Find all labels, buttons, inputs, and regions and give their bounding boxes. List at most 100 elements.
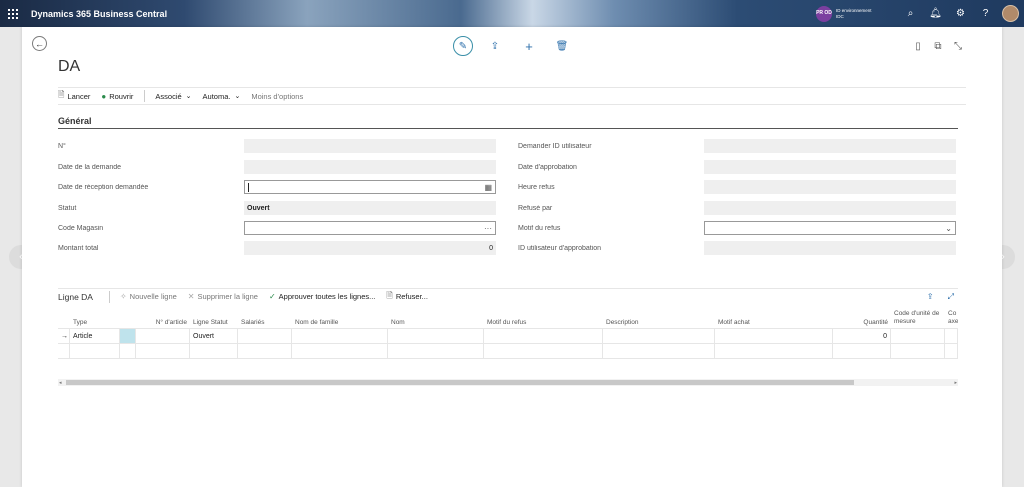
fewer-options-button[interactable]: Moins d'options: [251, 92, 303, 101]
grid-header: Type N° d'article Ligne Statut Salariés …: [58, 307, 958, 329]
search-icon[interactable]: ⌕: [898, 0, 923, 27]
cell-purchase-reason[interactable]: [715, 344, 833, 358]
delete-icon[interactable]: 🗑︎: [555, 36, 569, 56]
new-line-button[interactable]: ✧ Nouvelle ligne: [120, 292, 177, 301]
related-menu[interactable]: Associé ⌄: [155, 92, 191, 101]
col-description[interactable]: Description: [603, 307, 715, 328]
col-unit-of-measure[interactable]: Code d'unité de mesure: [891, 307, 945, 328]
field-request-date-value[interactable]: [244, 160, 496, 174]
field-label: Date d'approbation: [518, 163, 704, 171]
app-launcher-icon[interactable]: [8, 8, 20, 20]
new-icon[interactable]: +: [522, 36, 536, 56]
field-request-date: Date de la demande: [58, 160, 496, 174]
app-name[interactable]: Dynamics 365 Business Central: [31, 9, 167, 19]
cell-name[interactable]: [388, 344, 484, 358]
chevron-down-icon: ⌄: [234, 93, 241, 100]
col-employees[interactable]: Salariés: [238, 307, 292, 328]
avatar[interactable]: [1002, 5, 1019, 22]
cell-spacer[interactable]: [120, 344, 136, 358]
lookup-icon[interactable]: ···: [484, 224, 492, 233]
environment-id: IDC: [836, 13, 844, 19]
release-button[interactable]: 🗎︎ Lancer: [58, 89, 90, 103]
col-name[interactable]: Nom: [388, 307, 484, 328]
cell-dimension[interactable]: [945, 344, 958, 358]
col-quantity[interactable]: Quantité: [833, 307, 891, 328]
col-line-status[interactable]: Ligne Statut: [190, 307, 238, 328]
record-card: ← ✎ ⇪ + 🗑︎ ▯ ⧉ ⤡ DA 🗎︎ Lancer ● Rouvrir As…: [22, 27, 1002, 487]
open-new-window-icon[interactable]: ⧉: [931, 36, 945, 56]
share-icon[interactable]: ⇪: [927, 292, 934, 301]
cell-quantity[interactable]: 0: [833, 329, 891, 343]
field-no: N°: [58, 139, 496, 153]
cell-unit-of-measure[interactable]: [891, 344, 945, 358]
cell-name[interactable]: [388, 329, 484, 343]
cell-description[interactable]: [603, 329, 715, 343]
cell-quantity[interactable]: [833, 344, 891, 358]
calendar-icon[interactable]: ▦: [484, 183, 492, 192]
col-item-no[interactable]: N° d'article: [136, 307, 190, 328]
table-row[interactable]: [58, 344, 958, 359]
col-dimension[interactable]: Co axe: [945, 307, 958, 328]
field-label: N°: [58, 142, 244, 150]
delete-line-button[interactable]: ✕ Supprimer la ligne: [188, 292, 258, 301]
field-approval-date-value[interactable]: [704, 160, 956, 174]
cell-line-status[interactable]: [190, 344, 238, 358]
horizontal-scrollbar[interactable]: ◂ ▸: [58, 379, 958, 386]
approve-all-lines-button[interactable]: ✓ Approuver toutes les lignes...: [269, 292, 375, 301]
scrollbar-thumb[interactable]: [66, 380, 854, 385]
requested-receipt-date-input[interactable]: ▦: [244, 180, 496, 194]
field-location-code: Code Magasin ···: [58, 221, 496, 235]
field-approver-user-id-value[interactable]: [704, 241, 956, 255]
field-label: Code Magasin: [58, 224, 244, 232]
col-purchase-reason[interactable]: Motif achat: [715, 307, 833, 328]
cell-employees[interactable]: [238, 329, 292, 343]
field-refused-by-value[interactable]: [704, 201, 956, 215]
field-requester-user-id-value[interactable]: [704, 139, 956, 153]
cell-employees[interactable]: [238, 344, 292, 358]
cell-selected[interactable]: [120, 329, 136, 343]
cell-description[interactable]: [603, 344, 715, 358]
back-icon[interactable]: ←: [32, 36, 47, 51]
cell-dimension[interactable]: [945, 329, 958, 343]
field-refusal-time-value[interactable]: [704, 180, 956, 194]
reopen-label: Rouvrir: [109, 91, 134, 101]
cell-purchase-reason[interactable]: [715, 329, 833, 343]
environment-badge: PR OD: [816, 5, 832, 22]
collapse-icon[interactable]: ⤡: [951, 36, 965, 56]
cell-last-name[interactable]: [292, 329, 388, 343]
gear-icon[interactable]: ⚙: [948, 0, 973, 27]
cell-refusal-reason[interactable]: [484, 329, 603, 343]
action-bar: 🗎︎ Lancer ● Rouvrir Associé ⌄ Automa. ⌄ Moin…: [58, 87, 966, 105]
reopen-button[interactable]: ● Rouvrir: [101, 92, 133, 101]
environment-text: ID environnement IDC: [836, 8, 886, 20]
cell-item-no[interactable]: [136, 329, 190, 343]
help-icon[interactable]: ?: [973, 0, 998, 27]
cell-unit-of-measure[interactable]: [891, 329, 945, 343]
field-approver-user-id: ID utilisateur d'approbation: [518, 241, 956, 255]
bell-icon[interactable]: 🔔︎: [923, 0, 948, 27]
environment-indicator[interactable]: PR OD ID environnement IDC: [816, 5, 886, 22]
cell-item-no[interactable]: [136, 344, 190, 358]
table-row[interactable]: → Article Ouvert 0: [58, 329, 958, 344]
refuse-button[interactable]: 🗎︎ Refuser...: [386, 290, 428, 304]
cell-last-name[interactable]: [292, 344, 388, 358]
location-code-input[interactable]: ···: [244, 221, 496, 235]
cell-type[interactable]: Article: [70, 329, 120, 343]
share-icon[interactable]: ⇪: [488, 36, 502, 56]
refusal-reason-select[interactable]: ⌄: [704, 221, 956, 235]
col-refusal-reason[interactable]: Motif du refus: [484, 307, 603, 328]
col-last-name[interactable]: Nom de famille: [292, 307, 388, 328]
field-no-value[interactable]: [244, 139, 496, 153]
lines-grid: Type N° d'article Ligne Statut Salariés …: [58, 307, 958, 359]
cell-refusal-reason[interactable]: [484, 344, 603, 358]
automate-menu[interactable]: Automa. ⌄: [203, 92, 241, 101]
expand-icon[interactable]: ⤢: [948, 292, 954, 302]
scroll-right-icon[interactable]: ▸: [954, 380, 957, 386]
edit-icon[interactable]: ✎: [453, 36, 473, 56]
col-type[interactable]: Type: [70, 307, 120, 328]
cell-line-status[interactable]: Ouvert: [190, 329, 238, 343]
cell-type[interactable]: [70, 344, 120, 358]
bookmark-icon[interactable]: ▯: [911, 36, 925, 56]
scroll-left-icon[interactable]: ◂: [59, 380, 62, 386]
field-requested-receipt-date: Date de réception demandée ▦: [58, 180, 496, 194]
